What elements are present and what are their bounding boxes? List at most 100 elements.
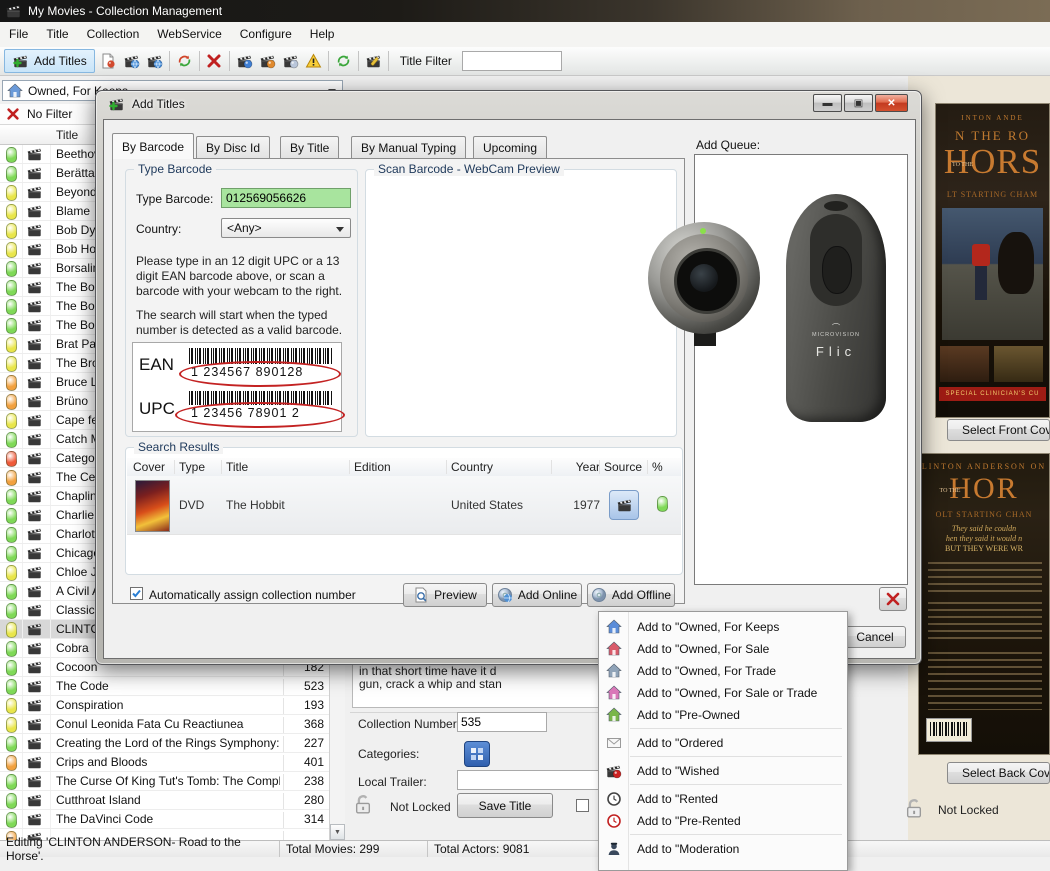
- cover-unlock-icon[interactable]: [903, 797, 925, 819]
- toolbar-edit-title-icon[interactable]: [362, 50, 385, 72]
- select-back-cover-button[interactable]: Select Back Cove: [947, 762, 1050, 784]
- select-front-cover-button[interactable]: Select Front Cove: [947, 419, 1050, 441]
- column-header-source[interactable]: Source: [604, 460, 648, 474]
- column-header-title[interactable]: Title: [226, 460, 350, 474]
- column-header-edition[interactable]: Edition: [354, 460, 447, 474]
- toolbar-web-doc-icon[interactable]: [97, 50, 120, 72]
- flic-scanner-image: ⌒ MICROVISION Flic: [786, 194, 886, 422]
- column-header-match[interactable]: %: [652, 460, 678, 474]
- status-pill-icon: [6, 527, 17, 543]
- back-cover-image[interactable]: LINTON ANDERSON ON HOR TO THE OLT STARTI…: [918, 453, 1050, 755]
- close-button[interactable]: ✕: [875, 94, 908, 112]
- categories-button[interactable]: [464, 741, 490, 767]
- menu-item-add-to-rented[interactable]: Add to "Rented: [599, 788, 847, 810]
- house-icon: [599, 685, 628, 701]
- auto-assign-checkbox[interactable]: [130, 587, 143, 600]
- collection-number-input[interactable]: [457, 712, 547, 732]
- movie-clapper-icon: [22, 639, 51, 657]
- menu-item-add-to-pre-rented[interactable]: Add to "Pre-Rented: [599, 810, 847, 832]
- list-item-row[interactable]: Cutthroat Island280: [0, 791, 329, 810]
- country-select[interactable]: <Any>: [221, 218, 351, 238]
- list-item-row[interactable]: The Curse Of King Tut's Tomb: The Comple…: [0, 772, 329, 791]
- column-header-country[interactable]: Country: [451, 460, 552, 474]
- list-item-row[interactable]: Conul Leonida Fata Cu Reactiunea368: [0, 715, 329, 734]
- list-item-number: 314: [283, 812, 328, 828]
- toolbar-person-title-icon[interactable]: [256, 50, 279, 72]
- status-pill-icon: [6, 584, 17, 600]
- tab-by-disc-id[interactable]: By Disc Id: [196, 136, 270, 158]
- toolbar-warning-icon[interactable]: [302, 50, 325, 72]
- result-match-pill-icon: [657, 496, 668, 512]
- list-item-number: [283, 831, 328, 840]
- barcode-help-1: Please type in an 12 digit UPC or a 13 d…: [136, 254, 352, 299]
- maximize-button[interactable]: ▣: [844, 94, 873, 112]
- menu-item-add-to-wished[interactable]: Add to "Wished: [599, 760, 847, 782]
- menu-title[interactable]: Title: [37, 22, 77, 47]
- toolbar-reload-title-icon[interactable]: [233, 50, 256, 72]
- tab-by-title[interactable]: By Title: [280, 136, 339, 158]
- list-item-number: 523: [283, 679, 328, 695]
- list-item-number: 280: [283, 793, 328, 809]
- add-titles-button[interactable]: Add Titles: [4, 49, 95, 73]
- queue-remove-button[interactable]: [879, 587, 907, 611]
- toolbar-disc-title-icon[interactable]: [279, 50, 302, 72]
- add-online-button[interactable]: Add Online: [492, 583, 582, 607]
- column-header-year[interactable]: Year: [556, 460, 600, 474]
- add-offline-button[interactable]: Add Offline: [587, 583, 675, 607]
- tab-by-barcode[interactable]: By Barcode: [112, 133, 194, 159]
- movie-clapper-icon: [22, 221, 51, 239]
- menu-item-add-to-owned-for-sale-or-trade[interactable]: Add to "Owned, For Sale or Trade: [599, 682, 847, 704]
- list-item-row[interactable]: Crips and Bloods401: [0, 753, 329, 772]
- list-item-row[interactable]: The Code523: [0, 677, 329, 696]
- menu-item-add-to-owned-for-keeps[interactable]: Add to "Owned, For Keeps: [599, 616, 847, 638]
- menu-webservice[interactable]: WebService: [148, 22, 230, 47]
- front-cover-image[interactable]: INTON ANDE N THE RO HORS TO THE LT START…: [935, 103, 1050, 418]
- menu-item-add-to-owned-for-trade[interactable]: Add to "Owned, For Trade: [599, 660, 847, 682]
- list-item-number: 368: [283, 717, 328, 733]
- preview-button[interactable]: Preview: [403, 583, 487, 607]
- local-trailer-input[interactable]: [457, 770, 605, 790]
- search-result-row[interactable]: DVD The Hobbit United States 1977: [127, 476, 681, 535]
- toolbar-web-title-alt-icon[interactable]: [143, 50, 166, 72]
- result-source-icon: [609, 490, 639, 520]
- title-column-header[interactable]: Title: [56, 128, 78, 142]
- status-pill-icon: [6, 394, 17, 410]
- menu-help[interactable]: Help: [301, 22, 344, 47]
- menu-collection[interactable]: Collection: [78, 22, 149, 47]
- toolbar-delete-title-icon[interactable]: [203, 50, 226, 72]
- country-label: Country:: [136, 222, 181, 236]
- title-filter-label: Title Filter: [400, 54, 452, 68]
- result-year: 1977: [556, 498, 600, 512]
- toolbar-sync-titles-icon[interactable]: [173, 50, 196, 72]
- result-country: United States: [451, 498, 523, 512]
- toolbar-web-title-icon[interactable]: [120, 50, 143, 72]
- minimize-button[interactable]: ▬: [813, 94, 842, 112]
- menu-item-add-to-owned-for-sale[interactable]: Add to "Owned, For Sale: [599, 638, 847, 660]
- scroll-down-icon[interactable]: ▼: [330, 824, 345, 840]
- toolbar-refresh-icon[interactable]: [332, 50, 355, 72]
- scanner-brand-label: MICROVISION: [786, 332, 886, 338]
- cancel-button[interactable]: Cancel: [844, 626, 906, 648]
- menu-item-add-to-ordered[interactable]: Add to "Ordered: [599, 732, 847, 754]
- categories-label: Categories:: [358, 747, 419, 761]
- movie-clapper-icon: [22, 392, 51, 410]
- movie-clapper-icon: [22, 791, 51, 809]
- menu-item-add-to-pre-owned[interactable]: Add to "Pre-Owned: [599, 704, 847, 726]
- barcode-input[interactable]: [221, 188, 351, 208]
- status-pill-icon: [6, 261, 17, 277]
- column-header-cover[interactable]: Cover: [133, 460, 175, 474]
- tab-upcoming[interactable]: Upcoming: [473, 136, 547, 158]
- list-item-row[interactable]: Creating the Lord of the Rings Symphony:…: [0, 734, 329, 753]
- movie-clapper-icon: [22, 677, 51, 695]
- partial-checkbox[interactable]: [576, 799, 589, 812]
- unlock-icon[interactable]: [352, 793, 374, 815]
- title-filter-input[interactable]: [462, 51, 562, 71]
- save-title-button[interactable]: Save Title: [457, 793, 553, 818]
- tab-by-manual-typing[interactable]: By Manual Typing: [351, 136, 466, 158]
- search-results-header[interactable]: Cover Type Title Edition Country Year Source%: [127, 458, 681, 477]
- menu-file[interactable]: File: [0, 22, 37, 47]
- column-header-type[interactable]: Type: [179, 460, 222, 474]
- menu-configure[interactable]: Configure: [231, 22, 301, 47]
- list-item-row[interactable]: Conspiration193: [0, 696, 329, 715]
- list-item-row[interactable]: The DaVinci Code314: [0, 810, 329, 829]
